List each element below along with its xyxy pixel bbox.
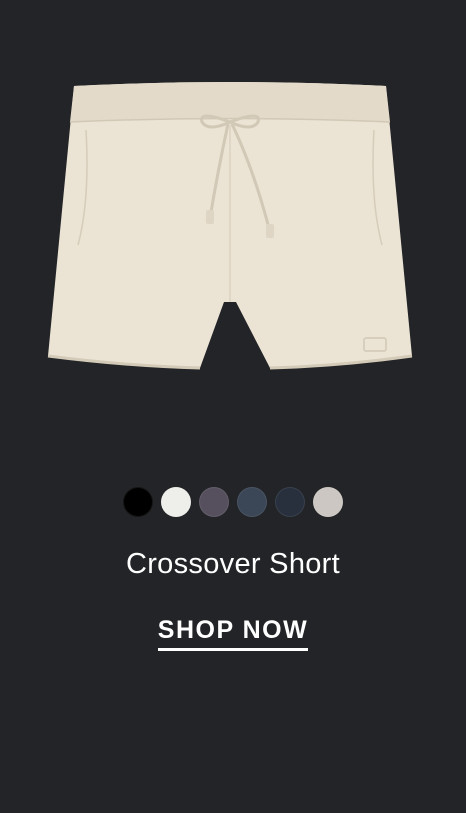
color-swatches (0, 487, 466, 517)
shop-now-container: SHOP NOW (0, 616, 466, 651)
swatch-off-white[interactable] (161, 487, 191, 517)
swatch-navy[interactable] (275, 487, 305, 517)
product-title[interactable]: Crossover Short (0, 548, 466, 581)
swatch-black[interactable] (123, 487, 153, 517)
product-card: Crossover Short SHOP NOW (0, 0, 466, 813)
swatch-slate-blue[interactable] (237, 487, 267, 517)
shop-now-link[interactable]: SHOP NOW (157, 616, 309, 651)
swatch-plum-gray[interactable] (199, 487, 229, 517)
swatch-stone[interactable] (313, 487, 343, 517)
shorts-image[interactable] (30, 70, 436, 410)
